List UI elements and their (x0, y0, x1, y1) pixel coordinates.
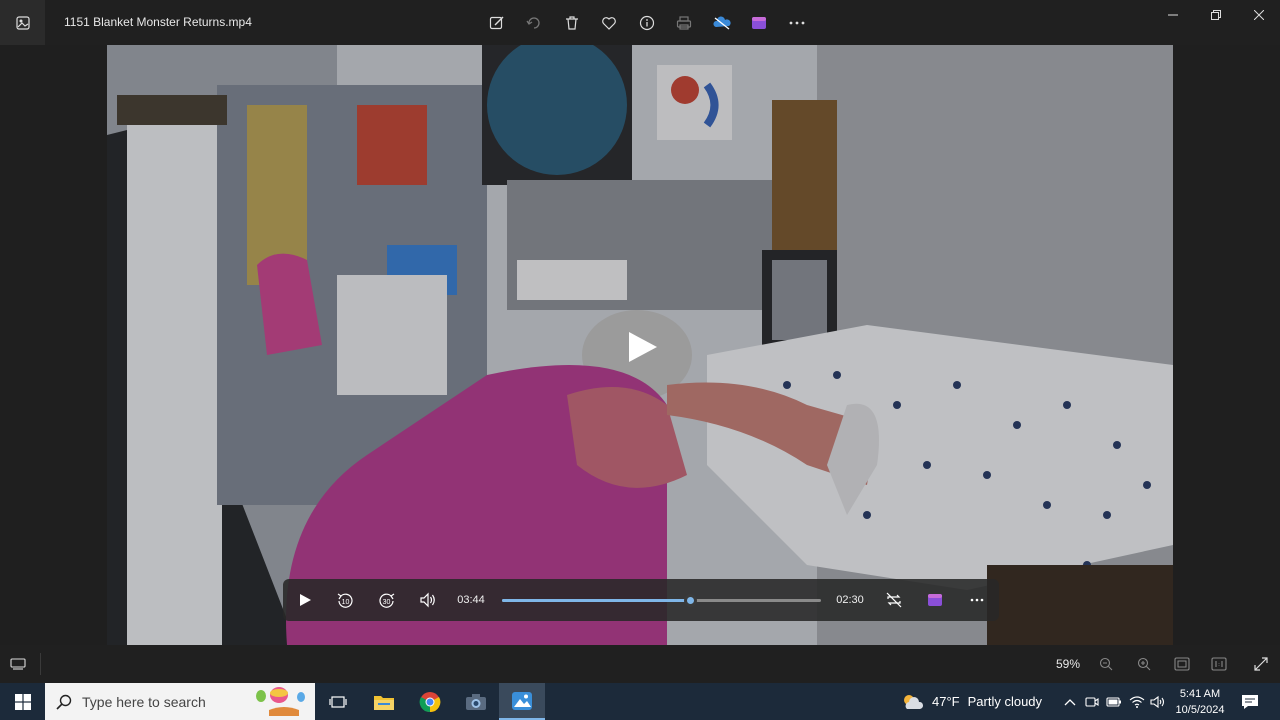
play-button[interactable] (291, 579, 319, 621)
weather-temperature: 47°F (932, 694, 960, 709)
delete-icon[interactable] (553, 8, 591, 38)
battery-icon[interactable] (1104, 692, 1124, 712)
clipchamp-icon (928, 594, 942, 606)
more-icon[interactable] (778, 8, 816, 38)
toolbar (478, 8, 816, 38)
favorite-icon[interactable] (591, 8, 629, 38)
clipchamp-icon[interactable] (741, 8, 779, 38)
onedrive-icon[interactable] (703, 8, 741, 38)
task-view-icon[interactable] (315, 683, 361, 720)
play-icon (300, 594, 311, 606)
camera-app-icon[interactable] (453, 683, 499, 720)
taskbar-search-box[interactable]: Type here to search (45, 683, 315, 720)
skip-back-button[interactable]: 10 (331, 579, 359, 621)
taskbar-clock[interactable]: 5:41 AM 10/5/2024 (1170, 686, 1230, 718)
search-placeholder: Type here to search (82, 693, 206, 710)
photos-app-icon[interactable] (0, 0, 45, 45)
playback-controls: 10 30 03:44 02:30 (283, 579, 999, 621)
filmstrip-icon[interactable] (8, 654, 28, 674)
notification-center-icon[interactable] (1240, 692, 1260, 712)
actual-size-icon[interactable] (1209, 654, 1229, 674)
elapsed-time: 03:44 (457, 594, 485, 606)
divider (40, 653, 41, 675)
play-overlay-icon[interactable] (625, 330, 659, 364)
skip-forward-label: 30 (383, 599, 391, 606)
speaker-icon[interactable] (1148, 692, 1168, 712)
media-viewer: 10 30 03:44 02:30 (0, 45, 1280, 645)
seek-bar-progress (502, 599, 691, 602)
title-bar: 1151 Blanket Monster Returns.mp4 (0, 0, 1280, 45)
edit-icon[interactable] (478, 8, 516, 38)
weather-description: Partly cloudy (967, 694, 1043, 709)
weather-widget[interactable]: 47°F Partly cloudy (900, 683, 1042, 720)
chrome-icon[interactable] (407, 683, 453, 720)
clock-time: 5:41 AM (1179, 688, 1221, 700)
volume-icon (420, 592, 435, 608)
skip-forward-button[interactable]: 30 (373, 579, 401, 621)
print-icon[interactable] (666, 8, 704, 38)
repeat-button[interactable] (880, 579, 908, 621)
volume-button[interactable] (414, 579, 442, 621)
skip-forward-icon: 30 (379, 593, 395, 608)
window-controls (1151, 0, 1280, 30)
seek-bar[interactable] (502, 594, 821, 607)
window-title: 1151 Blanket Monster Returns.mp4 (64, 15, 252, 29)
windows-start-icon[interactable] (0, 683, 45, 720)
file-explorer-icon[interactable] (361, 683, 407, 720)
clock-date: 10/5/2024 (1175, 704, 1225, 716)
status-bar: 59% (0, 645, 1280, 683)
info-icon[interactable] (628, 8, 666, 38)
skip-back-icon: 10 (337, 593, 353, 608)
clipchamp-edit-button[interactable] (921, 579, 949, 621)
close-icon[interactable] (1237, 0, 1280, 30)
zoom-level: 59% (1056, 657, 1081, 671)
zoom-in-icon[interactable] (1134, 654, 1154, 674)
taskbar: Type here to search 47°F Partly cloudy 5… (0, 683, 1280, 720)
repeat-off-icon (886, 592, 902, 608)
skip-back-label: 10 (342, 599, 350, 606)
meet-now-icon[interactable] (1082, 692, 1102, 712)
show-hidden-icons-chevron-icon[interactable] (1060, 692, 1080, 712)
partly-cloudy-icon (904, 694, 924, 709)
photos-taskbar-icon[interactable] (499, 683, 545, 720)
fit-to-window-icon[interactable] (1172, 654, 1192, 674)
player-more-button[interactable] (963, 579, 991, 621)
fullscreen-icon[interactable] (1251, 654, 1271, 674)
remaining-time: 02:30 (836, 594, 864, 606)
zoom-out-icon[interactable] (1096, 654, 1116, 674)
search-icon (56, 694, 72, 710)
seek-thumb[interactable] (684, 594, 698, 607)
restore-icon[interactable] (1194, 0, 1237, 30)
minimize-icon[interactable] (1151, 0, 1194, 30)
wifi-icon[interactable] (1127, 692, 1147, 712)
search-highlight-balloons-icon (256, 687, 305, 716)
more-icon (970, 598, 984, 602)
rotate-icon[interactable] (516, 8, 554, 38)
